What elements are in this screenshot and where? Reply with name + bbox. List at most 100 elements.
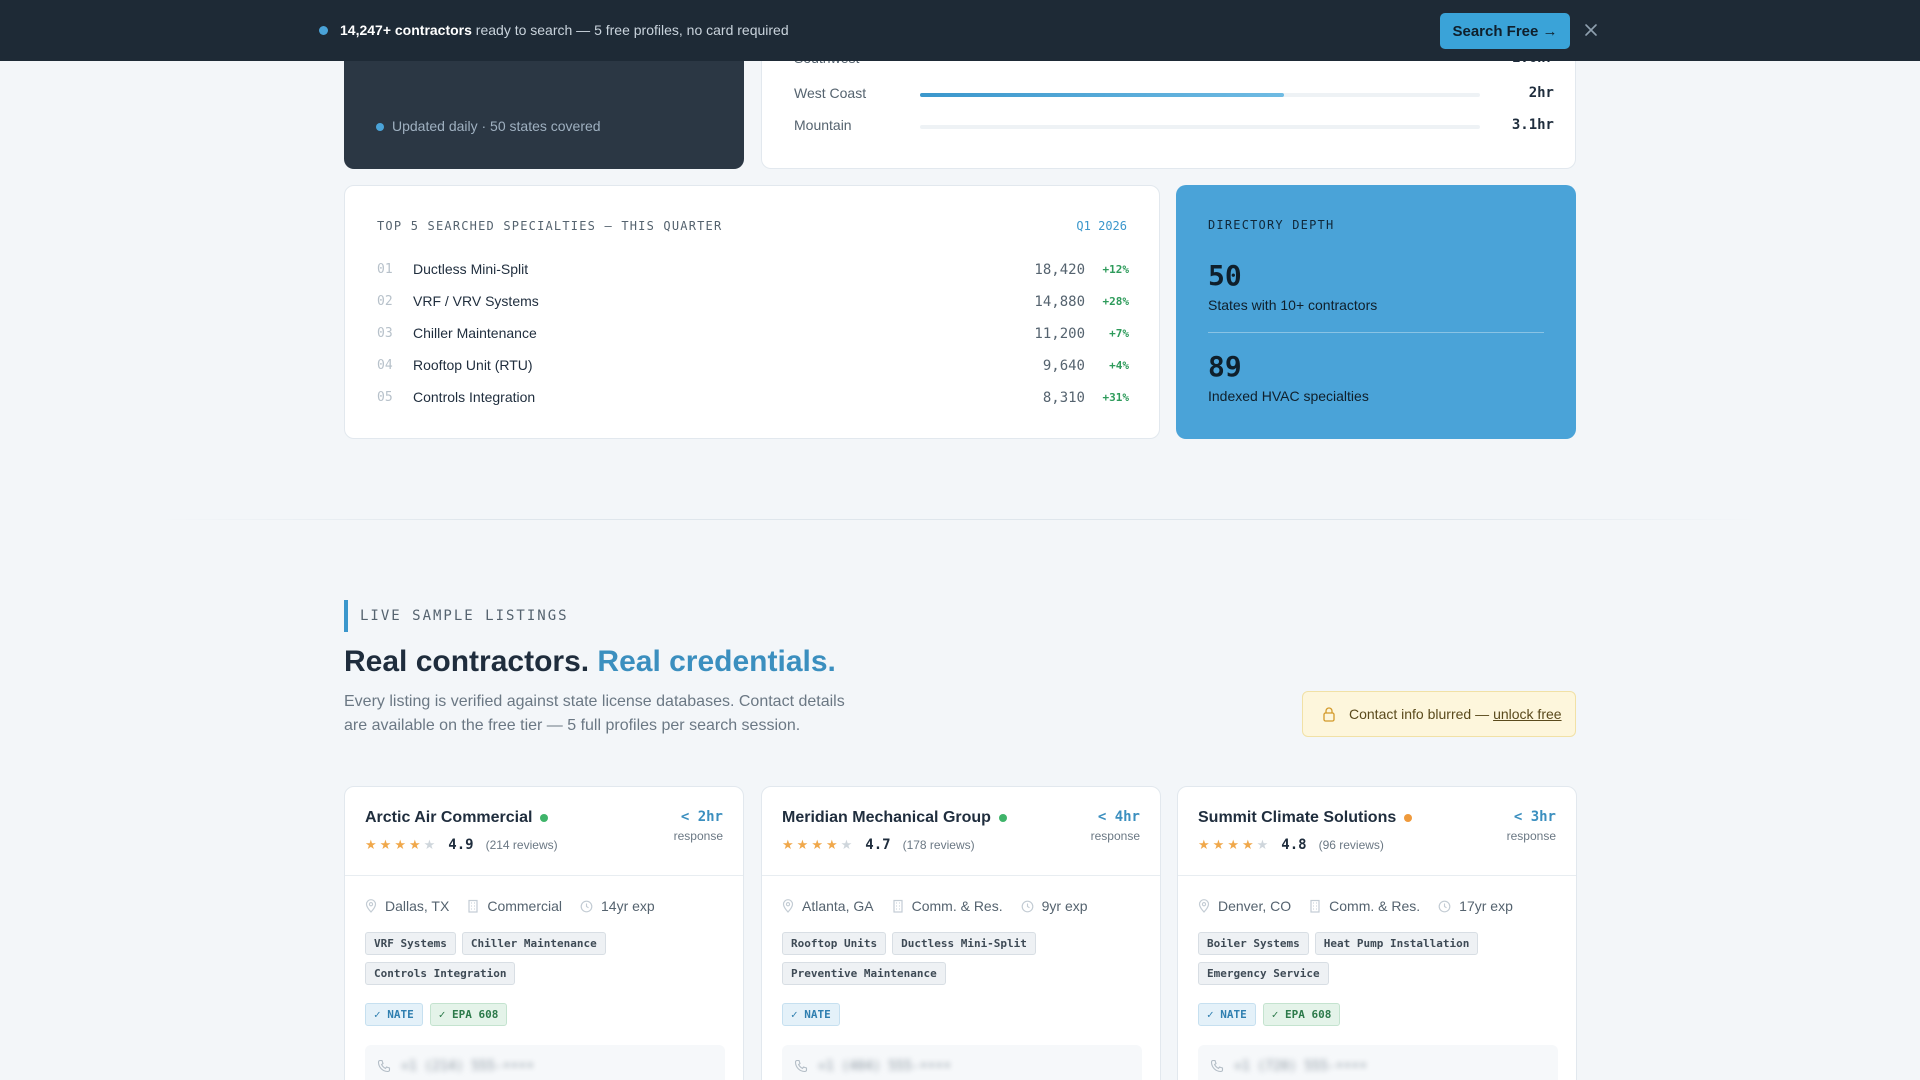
close-icon[interactable] — [1581, 20, 1601, 40]
response-value: < 3hr — [1513, 809, 1556, 825]
contractor-card[interactable]: Summit Climate Solutions ★ ★ ★ ★ ★ 4.8 (96 r… — [1177, 786, 1577, 1080]
specialty-tag: Controls Integration — [365, 962, 516, 985]
rating-value: 4.9 — [448, 837, 474, 853]
promo-banner: 14,247+ contractors ready to search — 5 … — [0, 0, 1920, 61]
star-icon: ★ — [1198, 837, 1210, 852]
response-label: response — [1506, 829, 1556, 843]
unlock-free-link[interactable]: unlock free — [1493, 706, 1561, 722]
specialty-delta: +28% — [1102, 295, 1130, 308]
contractor-meta: Denver, CO Comm. & Res. 17yr exp — [1198, 898, 1531, 914]
specialty-rank: 04 — [377, 358, 393, 373]
specialty-count: 11,200 — [1034, 326, 1085, 342]
divider — [1208, 332, 1544, 333]
card-divider — [345, 875, 743, 876]
contractor-name[interactable]: Summit Climate Solutions — [1198, 809, 1396, 827]
certification-badge: ✓ NATE — [1198, 1003, 1256, 1026]
specialty-rank: 01 — [377, 262, 393, 277]
certification-badge: ✓ NATE — [365, 1003, 423, 1026]
contractor-card[interactable]: Meridian Mechanical Group ★ ★ ★ ★ ★ 4.7 (178… — [761, 786, 1161, 1080]
specialty-tags: Rooftop Units Ductless Mini-Split Preventi… — [782, 932, 1142, 992]
headline-part-a: Real contractors. — [344, 645, 598, 678]
contractor-experience: 17yr exp — [1459, 898, 1513, 914]
phone-icon — [794, 1059, 808, 1073]
specialty-name: VRF / VRV Systems — [413, 293, 539, 309]
specialties-label: Indexed HVAC specialties — [1208, 388, 1369, 404]
certifications: ✓ NATE ✓ EPA 608 — [365, 1003, 514, 1026]
search-free-button[interactable]: Search Free → — [1440, 13, 1570, 49]
response-time: < 3hr response — [1507, 809, 1556, 843]
blurred-phone: +1 (404) 555-•••• — [818, 1059, 952, 1074]
contractor-name[interactable]: Arctic Air Commercial — [365, 809, 532, 827]
contractor-name[interactable]: Meridian Mechanical Group — [782, 809, 991, 827]
specialty-tags: Boiler Systems Heat Pump Installation Emer… — [1198, 932, 1558, 992]
rating-row: ★ ★ ★ ★ ★ 4.8 (96 reviews) — [1198, 837, 1384, 853]
specialty-name: Chiller Maintenance — [413, 325, 537, 341]
card-divider — [762, 875, 1160, 876]
specialty-tag: Ductless Mini-Split — [892, 932, 1036, 955]
response-time: < 4hr response — [1091, 809, 1140, 843]
phone-icon — [1210, 1059, 1224, 1073]
blurred-contact[interactable]: +1 (720) 555-•••• — [1198, 1045, 1558, 1080]
section-divider — [160, 519, 1760, 520]
rating-value: 4.8 — [1281, 837, 1307, 853]
update-dot-icon — [376, 123, 384, 131]
blurred-contact[interactable]: +1 (214) 555-•••• — [365, 1045, 725, 1080]
review-count: (96 reviews) — [1318, 838, 1384, 852]
contractor-name-row: Summit Climate Solutions — [1198, 809, 1413, 827]
region-row: Mountain 3.1hr — [794, 117, 1554, 137]
contractor-type: Comm. & Res. — [911, 898, 1003, 914]
specialty-name: Controls Integration — [413, 389, 536, 405]
card-divider — [1178, 875, 1576, 876]
contractor-location: Denver, CO — [1218, 898, 1292, 914]
specialty-count: 18,420 — [1034, 262, 1085, 278]
directory-depth-card: DIRECTORY DEPTH 50 States with 10+ contr… — [1176, 185, 1576, 439]
specialty-row[interactable]: 04 Rooftop Unit (RTU) 9,640 +4% — [377, 356, 1129, 376]
specialty-tag: Preventive Maintenance — [782, 962, 946, 985]
specialty-name: Rooftop Unit (RTU) — [413, 357, 533, 373]
building-icon — [892, 899, 903, 913]
states-count: 50 — [1208, 259, 1242, 292]
star-icon: ★ — [796, 837, 809, 852]
contractor-card[interactable]: Arctic Air Commercial ★ ★ ★ ★ ★ 4.9 (214 rev… — [344, 786, 744, 1080]
star-icon: ★ — [408, 837, 421, 852]
quarter-badge: Q1 2026 — [1076, 219, 1127, 233]
specialties-title: TOP 5 SEARCHED SPECIALTIES — THIS QUARTE… — [377, 219, 723, 233]
contractor-type: Comm. & Res. — [1329, 898, 1421, 914]
blurred-phone: +1 (720) 555-•••• — [1234, 1059, 1368, 1074]
star-icon: ★ — [782, 837, 794, 852]
building-icon — [1310, 899, 1320, 913]
headline-part-b: Real credentials. — [597, 645, 836, 678]
blurred-phone: +1 (214) 555-•••• — [401, 1059, 535, 1074]
star-icon: ★ — [1241, 837, 1254, 852]
contractor-type: Commercial — [487, 898, 563, 914]
banner-count: 14,247+ contractors — [340, 22, 472, 38]
specialty-count: 9,640 — [1042, 358, 1085, 374]
certifications: ✓ NATE ✓ EPA 608 — [1198, 1003, 1347, 1026]
depth-title: DIRECTORY DEPTH — [1208, 218, 1335, 232]
contractor-name-row: Arctic Air Commercial — [365, 809, 549, 827]
specialty-row[interactable]: 05 Controls Integration 8,310 +31% — [377, 388, 1129, 408]
star-icon: ★ — [1227, 837, 1239, 852]
certifications: ✓ NATE — [782, 1003, 847, 1026]
specialty-row[interactable]: 01 Ductless Mini-Split 18,420 +12% — [377, 260, 1129, 280]
phone-icon — [377, 1059, 391, 1073]
region-bar-fill — [920, 93, 1284, 97]
star-icon: ★ — [379, 837, 392, 852]
blurred-contact[interactable]: +1 (404) 555-•••• — [782, 1045, 1142, 1080]
response-value: < 2hr — [680, 809, 723, 825]
review-count: (178 reviews) — [902, 838, 975, 852]
specialty-row[interactable]: 02 VRF / VRV Systems 14,880 +28% — [377, 292, 1129, 312]
star-icon: ★ — [1212, 837, 1225, 852]
contractor-experience: 9yr exp — [1041, 898, 1088, 914]
specialty-tag: VRF Systems — [365, 932, 456, 955]
specialty-count: 14,880 — [1034, 294, 1085, 310]
banner-text: 14,247+ contractors ready to search — 5 … — [340, 22, 789, 38]
location-pin-icon — [365, 899, 377, 913]
specialty-tag: Heat Pump Installation — [1314, 932, 1479, 955]
specialty-rank: 05 — [377, 390, 393, 405]
star-icon: ★ — [825, 837, 838, 852]
star-icon: ★ — [840, 837, 853, 852]
specialty-rank: 03 — [377, 326, 393, 341]
star-icon: ★ — [1256, 837, 1269, 852]
specialty-row[interactable]: 03 Chiller Maintenance 11,200 +7% — [377, 324, 1129, 344]
